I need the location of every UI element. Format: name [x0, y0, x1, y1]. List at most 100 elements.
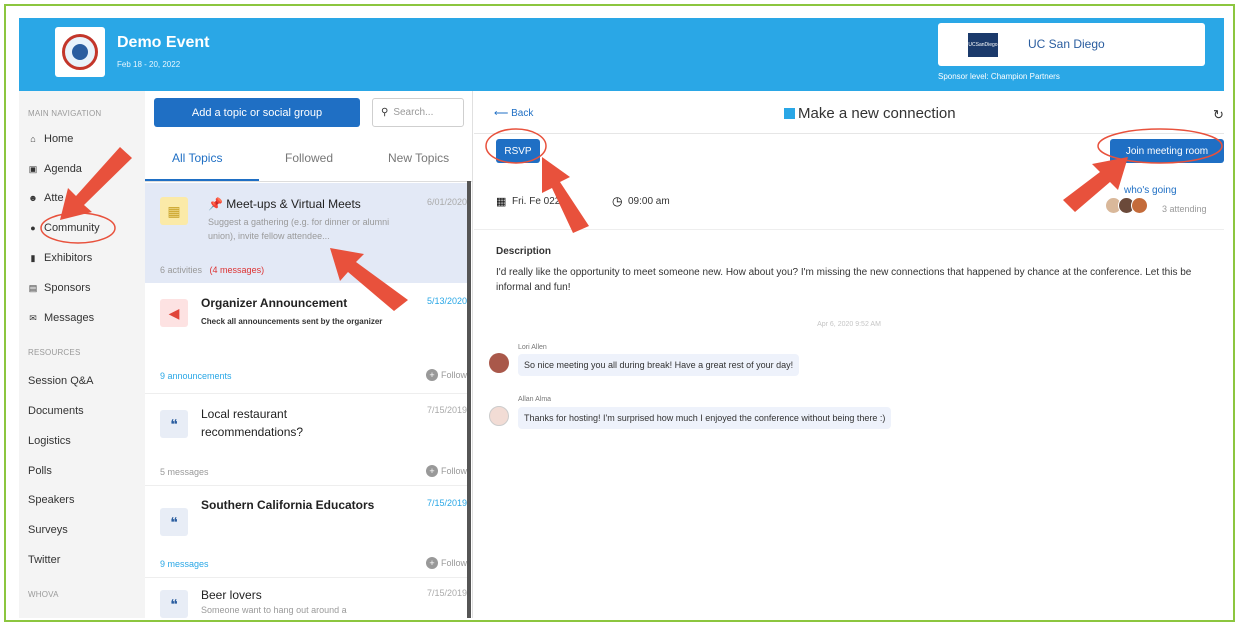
sponsor-name: UC San Diego — [1028, 37, 1105, 51]
nav-item-home[interactable]: ⌂ Home — [28, 133, 73, 145]
topic-meta: 5 messages — [160, 467, 209, 477]
tab-new-topics[interactable]: New Topics — [388, 151, 449, 165]
plus-icon: + — [425, 369, 438, 381]
follow-label: Follow — [440, 558, 467, 568]
nav-item-community[interactable]: ● Community — [28, 222, 100, 234]
event-date-text: Fri. Fe 022 — [512, 196, 561, 207]
join-meeting-room-button[interactable]: Join meeting room — [1110, 139, 1224, 163]
activity-count: 6 activities — [160, 265, 203, 275]
search-placeholder: Search... — [393, 107, 434, 118]
topic-date: 7/15/2019 — [426, 498, 467, 508]
nav-item-messages[interactable]: ✉ Messages — [28, 312, 94, 324]
divider — [474, 133, 1224, 134]
topic-item-socal-educators[interactable]: ❝ Southern California Educators 7/15/201… — [145, 488, 467, 580]
nav-item-label: Sponsors — [44, 282, 91, 294]
tab-all-topics[interactable]: All Topics — [172, 151, 222, 165]
nav-item-label: Atte — [44, 192, 64, 204]
nav-section-resources: RESOURCES — [28, 348, 81, 357]
chat-icon: ● — [30, 223, 36, 233]
topic-title-text: Meet-ups & Virtual Meets — [226, 197, 361, 211]
nav-item-sponsors[interactable]: ▤ Sponsors — [28, 282, 91, 294]
rsvp-button[interactable]: RSVP — [496, 139, 540, 163]
avatar[interactable] — [489, 406, 509, 426]
nav-item-agenda[interactable]: ▣ Agenda — [28, 163, 82, 175]
topic-title: Southern California Educators — [201, 498, 375, 512]
whos-going-link[interactable]: who's going — [1124, 185, 1177, 196]
event-logo[interactable] — [55, 27, 105, 77]
follow-button[interactable]: + Follow — [425, 465, 467, 477]
nav-section-whova: WHOVA — [28, 590, 59, 599]
meetup-icon: ▦ — [160, 197, 188, 225]
nav-item-exhibitors[interactable]: ▮ Exhibitors — [28, 252, 93, 264]
event-date: Feb 18 - 20, 2022 — [117, 60, 181, 69]
topic-title: Local restaurant recommendations? — [201, 407, 304, 439]
back-button[interactable]: ⟵ Back — [494, 108, 533, 119]
attending-count: 3 attending — [1162, 204, 1207, 214]
topic-date: 6/01/2020 — [426, 197, 467, 207]
divider — [145, 485, 467, 486]
description-label: Description — [496, 246, 552, 257]
chat-bubbles-icon: ❝ — [160, 508, 188, 536]
screenshot-frame: Demo Event Feb 18 - 20, 2022 UCSanDiego … — [4, 4, 1235, 622]
chat-bubbles-icon: ❝ — [160, 590, 188, 618]
message-count: (4 messages) — [209, 265, 265, 275]
message-timestamp: Apr 6, 2020 9:52 AM — [817, 321, 881, 328]
divider — [145, 393, 467, 394]
topics-panel: Add a topic or social group ⚲ Search... A… — [145, 91, 473, 618]
calendar-icon: ▦ — [496, 196, 507, 208]
topic-title: 📌 Meet-ups & Virtual Meets — [208, 197, 361, 211]
chat-message: Thanks for hosting! I'm surprised how mu… — [518, 407, 892, 429]
clock-icon: ◷ — [612, 194, 623, 208]
refresh-icon[interactable]: ↻ — [1213, 107, 1224, 123]
nav-item-logistics[interactable]: Logistics — [28, 435, 71, 447]
avatar — [1131, 197, 1148, 214]
topic-item-meetups[interactable]: ▦ 📌 Meet-ups & Virtual Meets Suggest a g… — [145, 183, 467, 283]
nav-item-documents[interactable]: Documents — [28, 405, 84, 417]
nav-item-polls[interactable]: Polls — [28, 465, 52, 477]
nav-item-speakers[interactable]: Speakers — [28, 494, 74, 506]
attendee-avatars[interactable] — [1105, 197, 1148, 214]
pin-icon: 📌 — [208, 197, 223, 211]
avatar[interactable] — [489, 353, 509, 373]
follow-button[interactable]: + Follow — [425, 557, 467, 569]
follow-button[interactable]: + Follow — [425, 369, 467, 381]
nav-item-surveys[interactable]: Surveys — [28, 524, 68, 536]
document-icon: ▤ — [28, 282, 38, 293]
topic-date: 7/15/2019 — [426, 588, 467, 598]
nav-item-label: Community — [44, 222, 100, 234]
meetup-icon — [784, 108, 795, 119]
add-topic-button[interactable]: Add a topic or social group — [154, 98, 360, 127]
chat-bubbles-icon: ❝ — [160, 410, 188, 438]
topic-date: 7/15/2019 — [426, 405, 467, 415]
description-text: I'd really like the opportunity to meet … — [496, 267, 1192, 293]
topic-item-beer-lovers[interactable]: ❝ Beer lovers Someone want to hang out a… — [145, 580, 467, 618]
tab-followed[interactable]: Followed — [285, 151, 333, 165]
follow-label: Follow — [440, 370, 467, 380]
sponsor-banner[interactable]: UCSanDiego UC San Diego — [938, 23, 1205, 66]
nav-item-twitter[interactable]: Twitter — [28, 554, 60, 566]
topic-meta: 9 announcements — [160, 371, 232, 381]
divider — [474, 229, 1224, 230]
tabs-divider — [145, 181, 473, 182]
topic-title: Beer lovers — [201, 588, 262, 602]
logo-emblem-icon — [62, 34, 98, 70]
scrollbar[interactable] — [467, 181, 471, 618]
event-title: Demo Event — [117, 34, 210, 51]
topic-title: Organizer Announcement — [201, 296, 348, 310]
nav-item-session-qa[interactable]: Session Q&A — [28, 375, 93, 387]
topic-meta: 9 messages — [160, 559, 209, 569]
calendar-icon: ▣ — [28, 163, 38, 174]
nav-item-attendees[interactable]: ☻ Atte — [28, 192, 64, 204]
divider — [145, 577, 467, 578]
arrow-left-icon: ⟵ — [494, 108, 509, 119]
search-input[interactable]: ⚲ Search... — [372, 98, 464, 127]
chat-message: So nice meeting you all during break! Ha… — [518, 354, 800, 376]
topic-item-organizer[interactable]: ◀ Organizer Announcement Check all annou… — [145, 287, 467, 397]
topic-date: 5/13/2020 — [426, 296, 467, 306]
page-title: Make a new connection — [784, 105, 956, 122]
topic-item-restaurants[interactable]: ❝ Local restaurant recommendations? 7/15… — [145, 396, 467, 488]
people-icon: ☻ — [28, 193, 38, 203]
topic-subtitle: Suggest a gathering (e.g. for dinner or … — [208, 217, 390, 241]
back-label: Back — [511, 108, 534, 119]
nav-item-label: Messages — [44, 312, 95, 324]
